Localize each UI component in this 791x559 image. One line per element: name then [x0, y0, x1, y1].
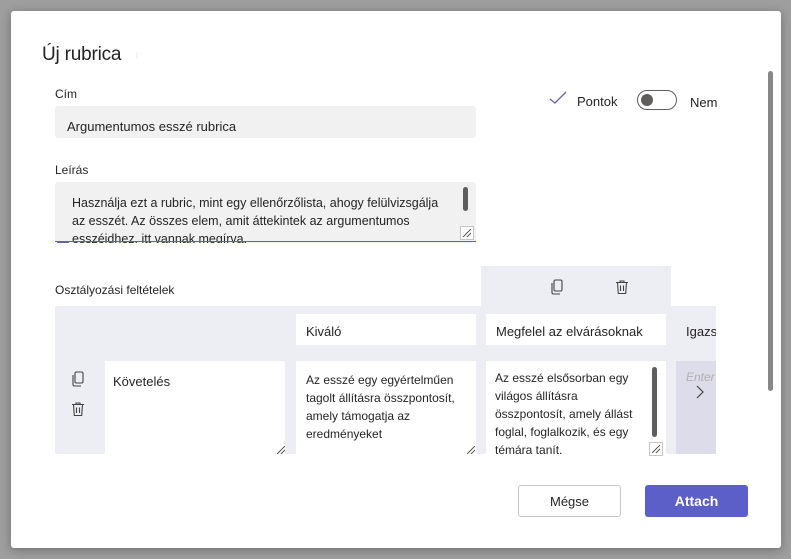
grading-section-label: Osztályozási feltételek — [55, 283, 175, 297]
dialog-title: Új rubrica — [42, 44, 122, 65]
criterion-description-cell-1[interactable]: Az esszé elsősorban egy világos állításr… — [486, 361, 666, 454]
points-label: Pontok — [577, 94, 618, 109]
description-text: Használja ezt a rubric, mint egy ellenőr… — [72, 196, 439, 243]
criterion-placeholder: Enter — [686, 370, 715, 384]
criterion-description-1: Az esszé elsősorban egy világos állításr… — [495, 371, 633, 454]
title-label: Cím — [55, 87, 77, 101]
trash-icon[interactable] — [71, 401, 85, 417]
description-cell-resize-handle[interactable] — [463, 442, 477, 456]
copy-icon[interactable] — [550, 279, 564, 295]
criterion-description-cell-2[interactable]: Enter — [676, 361, 716, 454]
criterion-name-cell[interactable]: Követelés — [105, 361, 285, 454]
chevron-right-icon[interactable] — [694, 385, 706, 399]
new-rubric-dialog: Új rubrica ⁞ Cím Argumentumos esszé rubr… — [11, 11, 781, 548]
description-textarea[interactable]: Használja ezt a rubric, mint egy ellenőr… — [55, 182, 476, 243]
description-underline — [55, 241, 476, 242]
criterion-description-0: Az esszé egy egyértelműen tagolt állítás… — [306, 373, 455, 441]
description-resize-handle[interactable] — [460, 226, 474, 240]
description-scrollbar[interactable] — [463, 187, 468, 211]
points-toggle[interactable] — [637, 90, 677, 110]
trash-icon[interactable] — [615, 279, 629, 295]
criterion-resize-handle[interactable] — [273, 442, 287, 456]
level-header-0[interactable]: Kiváló — [296, 314, 476, 345]
description-label: Leírás — [55, 163, 89, 177]
level-header-2[interactable]: Igazságos — [676, 314, 716, 345]
level-header-1[interactable]: Megfelel az elvárásoknak — [486, 314, 666, 345]
description-focus-bar — [57, 241, 69, 243]
level-tools — [481, 266, 671, 306]
title-separator: ⁞ — [136, 53, 138, 60]
copy-icon[interactable] — [71, 371, 85, 387]
toggle-knob — [641, 94, 653, 106]
title-input[interactable]: Argumentumos esszé rubrica — [55, 106, 476, 138]
criterion-name: Követelés — [113, 374, 171, 389]
points-state-label: Nem — [690, 95, 718, 110]
description-cell-resize-handle[interactable] — [649, 442, 663, 456]
attach-button[interactable]: Attach — [645, 485, 748, 517]
cancel-button[interactable]: Mégse — [518, 485, 621, 517]
criterion-description-cell-0[interactable]: Az esszé egy egyértelműen tagolt állítás… — [296, 361, 476, 454]
cell-scrollbar[interactable] — [652, 367, 657, 437]
check-icon — [549, 91, 567, 104]
dialog-scrollbar[interactable] — [768, 71, 773, 391]
